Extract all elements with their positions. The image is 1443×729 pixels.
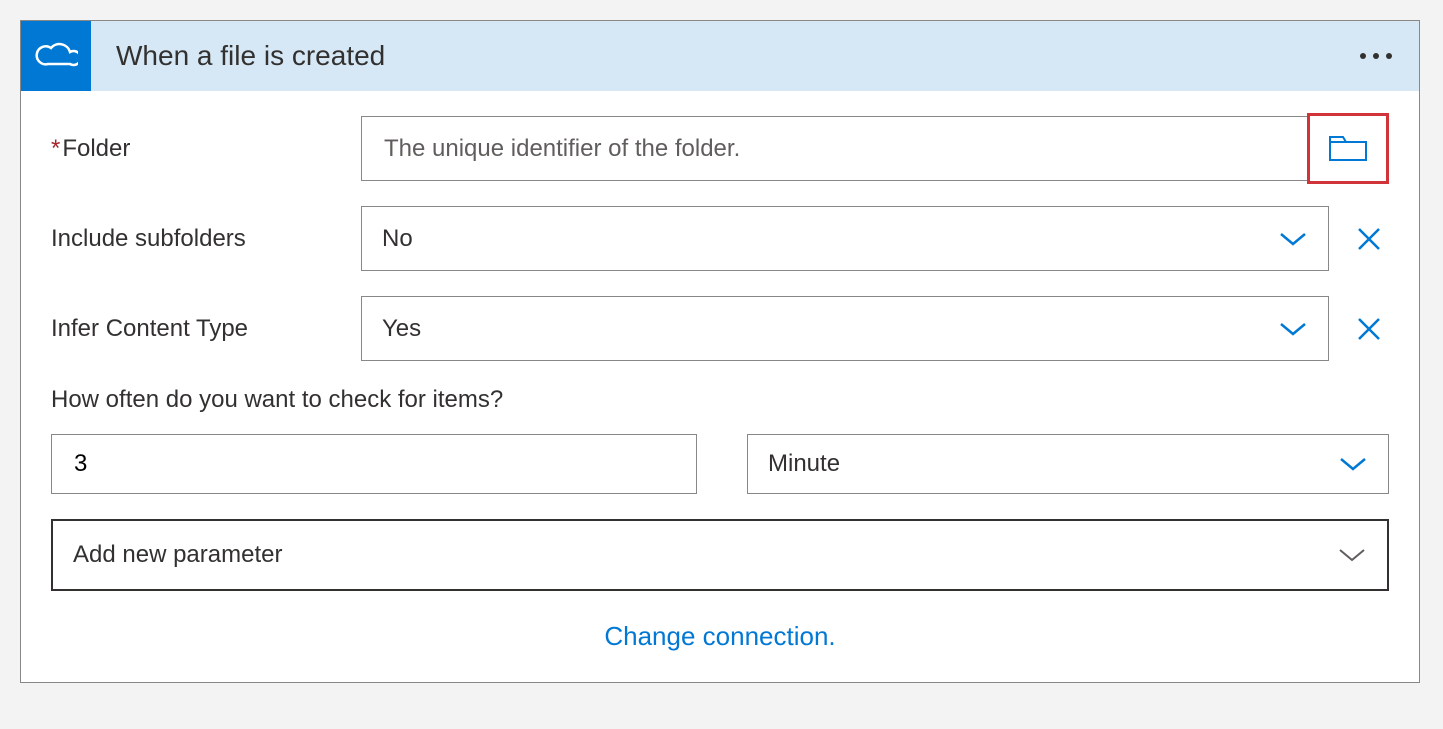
chevron-down-icon bbox=[1338, 455, 1368, 473]
chevron-down-icon bbox=[1278, 230, 1308, 248]
onedrive-icon-box bbox=[21, 21, 91, 91]
cloud-icon bbox=[34, 42, 78, 70]
include-subfolders-value: No bbox=[382, 225, 413, 253]
polling-row: Minute bbox=[51, 434, 1389, 494]
folder-input[interactable] bbox=[361, 116, 1389, 181]
interval-unit-value: Minute bbox=[768, 450, 840, 478]
infer-content-type-label: Infer Content Type bbox=[51, 315, 361, 343]
include-subfolders-select[interactable]: No bbox=[361, 206, 1329, 271]
folder-row: *Folder bbox=[51, 116, 1389, 181]
folder-picker-button[interactable] bbox=[1307, 113, 1389, 184]
folder-icon bbox=[1328, 134, 1368, 164]
trigger-card: When a file is created *Folder bbox=[20, 20, 1420, 683]
include-subfolders-row: Include subfolders No bbox=[51, 206, 1389, 271]
folder-input-wrapper bbox=[361, 116, 1389, 181]
infer-content-type-select[interactable]: Yes bbox=[361, 296, 1329, 361]
folder-input-col bbox=[361, 116, 1389, 181]
folder-label: *Folder bbox=[51, 135, 361, 163]
card-title: When a file is created bbox=[91, 40, 1358, 72]
interval-input[interactable] bbox=[51, 434, 697, 494]
include-subfolders-input-col: No bbox=[361, 206, 1389, 271]
required-indicator: * bbox=[51, 135, 60, 162]
remove-include-subfolders-button[interactable] bbox=[1349, 219, 1389, 259]
chevron-down-icon bbox=[1278, 320, 1308, 338]
add-parameter-select[interactable]: Add new parameter bbox=[51, 519, 1389, 591]
infer-content-type-value: Yes bbox=[382, 315, 421, 343]
folder-label-text: Folder bbox=[62, 135, 130, 162]
close-icon bbox=[1355, 315, 1383, 343]
remove-infer-content-type-button[interactable] bbox=[1349, 309, 1389, 349]
ellipsis-icon bbox=[1358, 51, 1394, 61]
interval-unit-select[interactable]: Minute bbox=[747, 434, 1389, 494]
close-icon bbox=[1355, 225, 1383, 253]
card-header: When a file is created bbox=[21, 21, 1419, 91]
infer-content-type-input-col: Yes bbox=[361, 296, 1389, 361]
polling-question: How often do you want to check for items… bbox=[51, 386, 1389, 414]
change-connection-link[interactable]: Change connection. bbox=[51, 621, 1389, 652]
infer-content-type-row: Infer Content Type Yes bbox=[51, 296, 1389, 361]
include-subfolders-label: Include subfolders bbox=[51, 225, 361, 253]
chevron-down-icon bbox=[1337, 546, 1367, 564]
add-parameter-label: Add new parameter bbox=[73, 541, 282, 569]
card-menu-button[interactable] bbox=[1358, 51, 1419, 61]
card-body: *Folder Include subfolders No bbox=[21, 91, 1419, 682]
